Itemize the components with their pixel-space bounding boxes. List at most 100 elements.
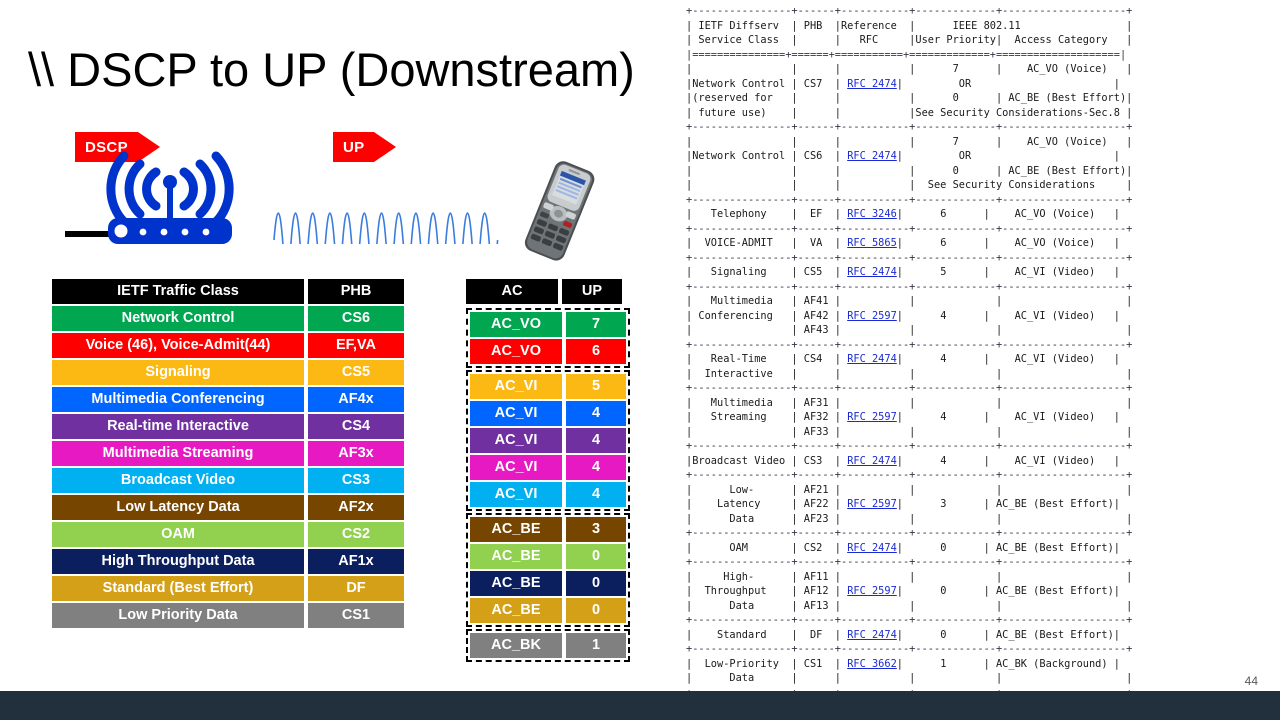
traffic-class-cell: Voice (46), Voice-Admit(44) [52,333,304,358]
access-category-cell: AC_VI [470,428,562,453]
phb-cell: DF [308,576,404,601]
phb-cell: CS3 [308,468,404,493]
rfc-table-text: | | | | See Security Considerations | [686,179,1133,191]
rfc-table-text: | Low- | AF21 | | | | [686,483,1133,496]
rfc-table-text: | Throughput | AF12 | [686,585,848,597]
phb-cell: AF2x [308,495,404,520]
rfc-table-text: | | | | 7 | AC_VO (Voice) | [686,135,1133,148]
table-row: Signaling CS5 [52,360,404,385]
table-row: Network Control CS6 [52,306,404,331]
rfc-table-text: | OAM | CS2 | [686,541,848,554]
access-category-cell: AC_VI [470,374,562,399]
rfc-table-text: | Standard | DF | [686,628,848,641]
rfc-table-text: | 0 | AC_BE (Best Effort)| [896,541,1120,554]
rfc-table-text: |Network Control | CS6 | [686,150,848,162]
rfc-table-text: | 3 | AC_BE (Best Effort)| [896,498,1120,510]
table-row: AC_BK 1 [470,633,626,658]
table-row: AC_VO 6 [470,339,626,364]
rfc-reference-link[interactable]: RFC 2474 [847,629,897,641]
rfc-table-text: | Data | AF23 | | | | [686,512,1133,525]
rfc-reference-link[interactable]: RFC 2474 [847,455,897,467]
rfc-table-text: | | AF33 | | | | [686,425,1133,438]
access-category-cell: AC_VI [470,482,562,507]
rfc-table-text: | Signaling | CS5 | [686,266,848,278]
rfc-table-line: | Interactive | | | | | [686,367,1132,382]
traffic-class-cell: Multimedia Streaming [52,441,304,466]
traffic-class-cell: Multimedia Conferencing [52,387,304,412]
table-row: Multimedia Streaming AF3x [52,441,404,466]
rfc-table-text: | | | | 7 | AC_VO (Voice) | [686,63,1133,75]
table-header-row: IETF Traffic Class PHB [52,279,404,304]
rfc-table-text: | Data | | | | | [686,672,1133,684]
rfc-reference-link[interactable]: RFC 2474 [847,150,897,162]
column-header-up: UP [562,279,622,304]
access-category-cell: AC_BE [470,544,562,569]
rfc-table-text: | | | | 0 | AC_BE (Best Effort)| [686,164,1133,177]
rfc-table-line: +----------------+------+-----------+---… [686,381,1132,396]
rfc-table-line: | Data | AF13 | | | | [686,599,1132,614]
rfc-table-line: +----------------+------+-----------+---… [686,439,1132,454]
rfc-reference-link[interactable]: RFC 2474 [847,266,897,278]
user-priority-cell: 0 [566,598,626,623]
rfc-table-text: | High- | AF11 | | | | [686,570,1133,583]
user-priority-cell: 6 [566,339,626,364]
phb-cell: CS6 [308,306,404,331]
rfc-table-line: | Conferencing | AF42 | RFC 2597| 4 | AC… [686,309,1132,324]
table-row: OAM CS2 [52,522,404,547]
up-arrow-text: UP [333,132,375,162]
rfc-table-line: +----------------+------+-----------+---… [686,338,1132,353]
rfc-reference-link[interactable]: RFC 2597 [847,310,897,322]
rfc-table-line: | Real-Time | CS4 | RFC 2474| 4 | AC_VI … [686,352,1132,367]
rfc-reference-link[interactable]: RFC 3662 [847,658,897,670]
rfc-table-line: +----------------+------+-----------+---… [686,468,1132,483]
rfc-table-line: | | | | 7 | AC_VO (Voice) | [686,62,1132,77]
table-row: AC_BE 0 [470,571,626,596]
wireless-ip-phone-icon [505,155,615,265]
table-row: AC_VI 4 [470,455,626,480]
rfc-table-text: | OR | [896,150,1120,162]
rfc-table-text: | Multimedia | AF31 | | | | [686,396,1133,409]
rfc-reference-link[interactable]: RFC 2474 [847,353,897,365]
user-priority-cell: 7 [566,312,626,337]
rfc-reference-link[interactable]: RFC 2474 [847,78,897,90]
user-priority-cell: 3 [566,517,626,542]
traffic-class-cell: Signaling [52,360,304,385]
rfc-table-text: | Interactive | | | | | [686,367,1133,380]
rfc-table-line: +----------------+------+-----------+---… [686,555,1132,570]
rfc-table-text: | 4 | AC_VI (Video) | [896,353,1120,365]
user-priority-cell: 4 [566,401,626,426]
rfc-table-rule: +----------------+------+-----------+---… [686,643,1133,655]
page-title: \\ DSCP to UP (Downstream) [28,43,635,96]
phb-cell: CS5 [308,360,404,385]
rfc-table-line: | Signaling | CS5 | RFC 2474| 5 | AC_VI … [686,265,1132,280]
rfc-table-text: | OR | [896,77,1120,90]
table-row: AC_BE 0 [470,598,626,623]
rfc-reference-link[interactable]: RFC 2597 [847,585,897,597]
rfc-table-line: | Service Class | | RFC |User Priority| … [686,33,1132,48]
rfc-table-line: |Network Control | CS7 | RFC 2474| OR | [686,77,1132,92]
rfc-table-line: +----------------+------+-----------+---… [686,120,1132,135]
phb-cell: CS2 [308,522,404,547]
rfc-table-text: | Low-Priority | CS1 | [686,657,848,670]
rfc-reference-link[interactable]: RFC 3246 [847,208,897,220]
column-header-traffic-class: IETF Traffic Class [52,279,304,304]
wifi-router-icon [60,148,280,248]
rfc-table-line: | Low-Priority | CS1 | RFC 3662| 1 | AC_… [686,657,1132,672]
user-priority-cell: 1 [566,633,626,658]
rfc-reference-link[interactable]: RFC 2597 [847,498,897,510]
rfc-table-rule: +----------------+------+-----------+---… [686,280,1133,293]
rfc-table-line: | | | | 0 | AC_BE (Best Effort)| [686,164,1132,179]
rfc-table-line: |Broadcast Video | CS3 | RFC 2474| 4 | A… [686,454,1132,469]
user-priority-cell: 0 [566,571,626,596]
rfc-table-text: | IETF Diffserv | PHB |Reference | IEEE … [686,19,1133,32]
rfc-table-line: | Throughput | AF12 | RFC 2597| 0 | AC_B… [686,584,1132,599]
rfc-reference-link[interactable]: RFC 2597 [847,411,897,423]
ac-group-video-group: AC_VI 5 AC_VI 4 AC_VI 4 AC_VI 4 AC_VI 4 [466,370,630,511]
rfc-reference-link[interactable]: RFC 5865 [847,237,897,249]
rfc-table-line: | | | | 7 | AC_VO (Voice) | [686,135,1132,150]
rfc-reference-link[interactable]: RFC 2474 [847,542,897,554]
rfc-table-text: | 4 | AC_VI (Video) | [896,309,1120,322]
rfc-table-rule: +----------------+------+-----------+---… [686,121,1133,133]
rfc-table-rule: +----------------+------+-----------+---… [686,556,1133,568]
rfc-table-text: |Network Control | CS7 | [686,77,848,90]
